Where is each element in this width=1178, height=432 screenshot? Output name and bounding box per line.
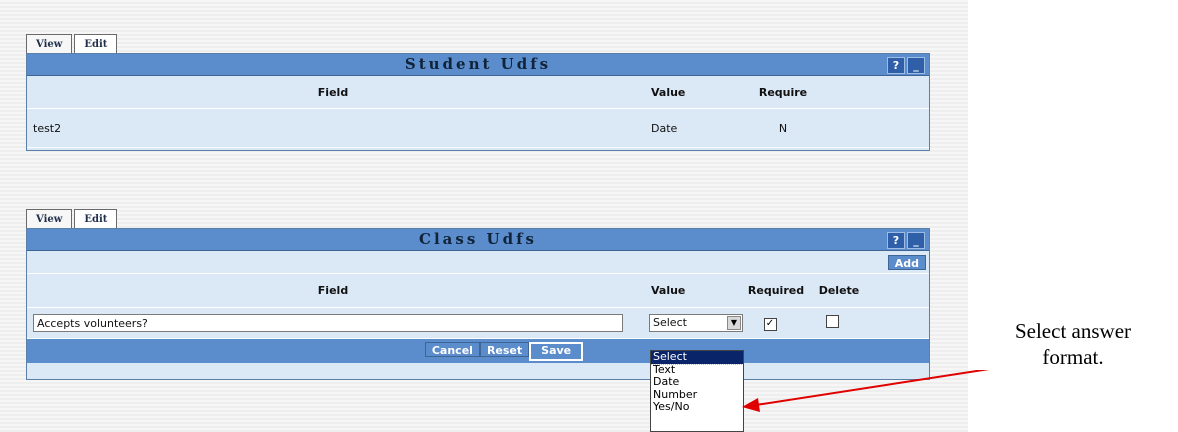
callout-line-1: Select answer <box>1014 319 1132 343</box>
arrow-head <box>742 398 760 412</box>
arrow-line <box>755 363 1023 406</box>
annotation-callout: Select answer format. <box>968 318 1178 370</box>
callout-line-2: format. <box>1042 345 1104 369</box>
